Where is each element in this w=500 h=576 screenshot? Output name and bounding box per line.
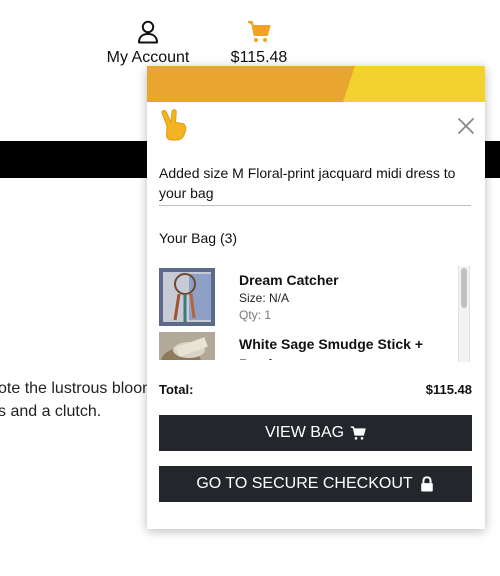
page-body-text-line: ote the lustrous bloom [0,380,156,397]
item-qty: Qty: 1 [239,308,272,322]
checkout-label: GO TO SECURE CHECKOUT [196,475,413,492]
cart-icon [350,426,366,440]
cart-total: $115.48 [230,49,288,66]
item-name[interactable]: White Sage Smudge Stick + Bowl [239,334,449,360]
cart-icon [248,21,271,42]
product-thumbnail-dream-catcher[interactable] [159,268,215,326]
page-body-text-line: s and a clutch. [0,403,102,420]
bag-popup: Added size M Floral-print jacquard midi … [147,66,485,529]
popup-banner [147,66,485,102]
divider [159,205,471,206]
hand-icon [161,109,187,141]
bag-title: Your Bag (3) [159,230,238,246]
item-size: Size: N/A [239,291,290,305]
added-to-bag-message: Added size M Floral-print jacquard midi … [159,165,456,201]
view-bag-button[interactable]: VIEW BAG [159,415,472,451]
view-bag-label: VIEW BAG [264,424,345,441]
cart-link[interactable]: $115.48 [226,20,292,67]
secure-checkout-button[interactable]: GO TO SECURE CHECKOUT [159,466,472,502]
bag-items-list[interactable]: Dream Catcher Size: N/A Qty: 1 White Sag… [147,266,485,360]
product-thumbnail-white-sage[interactable] [159,332,215,360]
list-item[interactable]: Dream Catcher Size: N/A Qty: 1 [147,268,477,330]
lock-icon [420,476,433,492]
total-label: Total: [159,382,194,397]
user-icon [138,20,158,44]
scrollbar-thumb[interactable] [461,268,467,308]
my-account-link[interactable]: My Account [104,20,192,67]
item-name[interactable]: Dream Catcher [239,270,449,290]
list-item[interactable]: White Sage Smudge Stick + Bowl [147,332,477,360]
items-scrollbar[interactable] [458,266,470,362]
close-icon[interactable] [457,117,475,135]
total-value: $115.48 [425,382,472,397]
my-account-label: My Account [106,49,190,66]
